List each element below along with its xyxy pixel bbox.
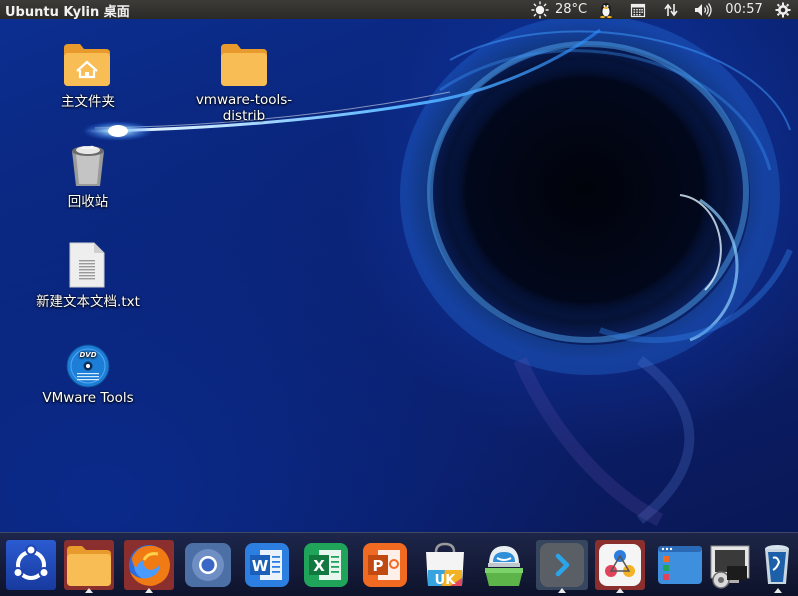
ubuntu-logo-icon[interactable] (6, 540, 56, 590)
running-indicator (774, 588, 782, 593)
clock[interactable]: 00:57 (722, 0, 766, 19)
weather-temperature[interactable]: 28°C (553, 0, 589, 19)
power-gear-icon[interactable] (773, 0, 793, 19)
desktop-item-vmware-tools[interactable]: DVD VMware Tools (32, 342, 144, 412)
svg-text:X: X (313, 557, 325, 575)
calendar-icon[interactable] (628, 0, 648, 19)
ubuntu-kylin-software-center-icon[interactable]: UK (420, 540, 470, 590)
trash-dock-icon[interactable] (755, 540, 798, 590)
dvd-icon: DVD (65, 343, 111, 393)
svg-text:DVD: DVD (79, 351, 96, 359)
desktop-item-vmware-tools-distrib[interactable]: vmware-tools- distrib (191, 40, 297, 126)
svg-text:W: W (252, 557, 269, 575)
files-icon[interactable] (64, 540, 114, 590)
weather-sun-icon[interactable] (529, 0, 551, 19)
dock: W X P UK (0, 532, 798, 596)
trash-icon (68, 142, 108, 192)
desktop-item-trash[interactable]: 回收站 (40, 140, 136, 214)
home-folder-icon (62, 40, 112, 92)
youker-assistant-icon[interactable] (479, 540, 529, 590)
chromium-icon[interactable] (183, 540, 233, 590)
text-file-icon (69, 242, 105, 292)
qq-penguin-icon[interactable] (596, 0, 616, 19)
top-panel: Ubuntu Kylin 桌面 28°C 00:57 (0, 0, 798, 20)
running-indicator (616, 588, 624, 593)
workspace-switcher-icon[interactable] (655, 540, 705, 590)
network-transfer-icon[interactable] (660, 0, 682, 19)
running-indicator (558, 588, 566, 593)
panel-title: Ubuntu Kylin 桌面 (5, 5, 130, 20)
volume-icon[interactable] (692, 0, 714, 19)
running-indicator (145, 588, 153, 593)
system-settings-icon[interactable] (707, 540, 753, 590)
svg-text:P: P (373, 557, 384, 575)
svg-text:UK: UK (435, 573, 457, 588)
wps-presentation-icon[interactable]: P (360, 540, 410, 590)
photo-app-icon[interactable] (595, 540, 645, 590)
wps-spreadsheet-icon[interactable]: X (301, 540, 351, 590)
wps-writer-icon[interactable]: W (242, 540, 292, 590)
desktop-item-home-folder[interactable]: 主文件夹 (40, 40, 136, 116)
desktop-item-new-text-document[interactable]: 新建文本文档.txt (28, 240, 148, 314)
folder-icon (219, 40, 269, 92)
terminal-icon[interactable] (536, 540, 588, 590)
firefox-icon[interactable] (124, 540, 174, 590)
running-indicator (85, 588, 93, 593)
